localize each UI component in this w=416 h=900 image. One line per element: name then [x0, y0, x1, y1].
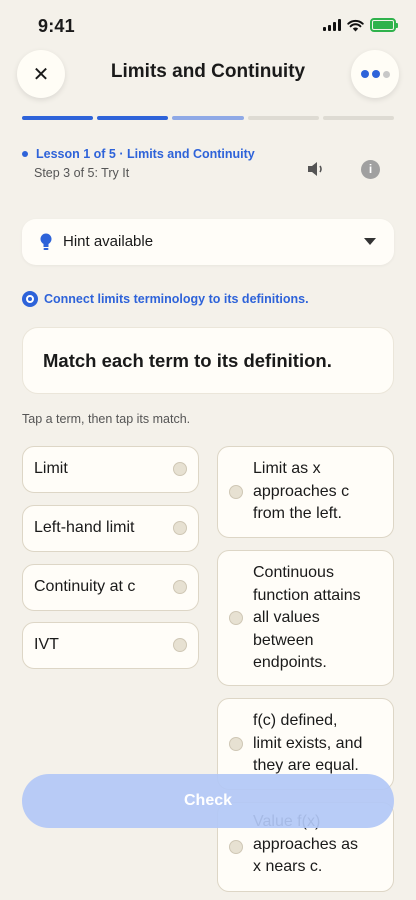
more-options-button[interactable] — [351, 50, 399, 98]
definition-text: Continuous function attains all values b… — [253, 562, 361, 675]
check-button[interactable]: Check — [22, 774, 394, 828]
definition-radio — [229, 840, 243, 854]
term-radio — [173, 521, 187, 535]
definition-line: Continuous — [253, 564, 334, 581]
definition-card[interactable]: Continuous function attains all values b… — [217, 550, 394, 686]
learning-goal: Connect limits terminology to its defini… — [44, 292, 309, 306]
definition-line: function attains — [253, 586, 361, 604]
lightbulb-icon — [40, 233, 52, 250]
info-icon[interactable]: i — [361, 160, 380, 179]
progress-segment — [247, 116, 319, 120]
definition-radio — [229, 485, 243, 499]
term-label: Continuity at c — [34, 578, 136, 595]
progress-segment — [322, 116, 395, 120]
definition-radio — [229, 611, 243, 625]
term-card-limit[interactable]: Limit — [22, 446, 199, 493]
speaker-icon[interactable] — [306, 160, 326, 178]
term-label: Limit — [34, 460, 68, 477]
wifi-icon — [347, 19, 364, 31]
term-card-ivt[interactable]: IVT — [22, 622, 199, 669]
question-text: Match each term to its definition. — [43, 350, 332, 371]
more-dot — [360, 70, 369, 78]
definition-card[interactable]: Limit as x approaches c from the left. — [217, 446, 394, 538]
cellular-signal-icon — [323, 19, 341, 31]
lesson-label: Lesson 1 of 5 · Limits and Continuity — [36, 147, 255, 161]
term-radio — [173, 638, 187, 652]
lesson-progress-bar — [22, 116, 395, 120]
definition-line: all values — [253, 609, 320, 626]
definition-line: endpoints. — [253, 654, 327, 671]
term-card-left-hand-limit[interactable]: Left-hand limit — [22, 505, 199, 552]
definition-line: from the left. — [253, 505, 342, 522]
definition-radio — [229, 737, 243, 751]
progress-segment — [97, 116, 169, 120]
progress-segment — [172, 116, 244, 120]
page-title: Limits and Continuity — [110, 61, 306, 82]
hint-label: Hint available — [63, 233, 154, 250]
definition-line: Limit as x — [253, 460, 321, 477]
hint-dropdown[interactable]: Hint available — [22, 219, 394, 265]
definition-line: f(c) defined, — [253, 712, 338, 729]
progress-segment — [22, 116, 94, 120]
target-icon — [22, 291, 38, 307]
status-bar: 9:41 — [0, 0, 416, 52]
term-label: IVT — [34, 636, 59, 653]
instruction-text: Tap a term, then tap its match. — [22, 412, 191, 426]
close-button[interactable]: ✕ — [17, 50, 65, 98]
battery-icon — [370, 18, 398, 32]
definition-line: limit exists, and — [253, 734, 363, 752]
term-label: Left-hand limit — [34, 519, 135, 536]
term-radio — [173, 462, 187, 476]
more-dot — [382, 70, 390, 78]
status-icons — [323, 18, 398, 32]
more-dot — [371, 70, 380, 78]
chevron-down-icon — [364, 238, 376, 245]
close-icon: ✕ — [32, 63, 50, 86]
definition-line: x nears c. — [253, 858, 323, 875]
definition-text: Limit as x approaches c from the left. — [253, 458, 349, 526]
question-card: Match each term to its definition. — [22, 327, 394, 394]
lesson-indicator-dot — [22, 151, 28, 157]
status-time: 9:41 — [38, 16, 75, 36]
definition-line: approaches as — [253, 835, 358, 853]
definition-line: approaches c — [253, 482, 350, 500]
term-card-continuity[interactable]: Continuity at c — [22, 564, 199, 611]
definition-line: between — [253, 631, 314, 649]
definition-text: f(c) defined, limit exists, and they are… — [253, 710, 362, 778]
term-radio — [173, 580, 187, 594]
step-label: Step 3 of 5: Try It — [34, 166, 130, 180]
